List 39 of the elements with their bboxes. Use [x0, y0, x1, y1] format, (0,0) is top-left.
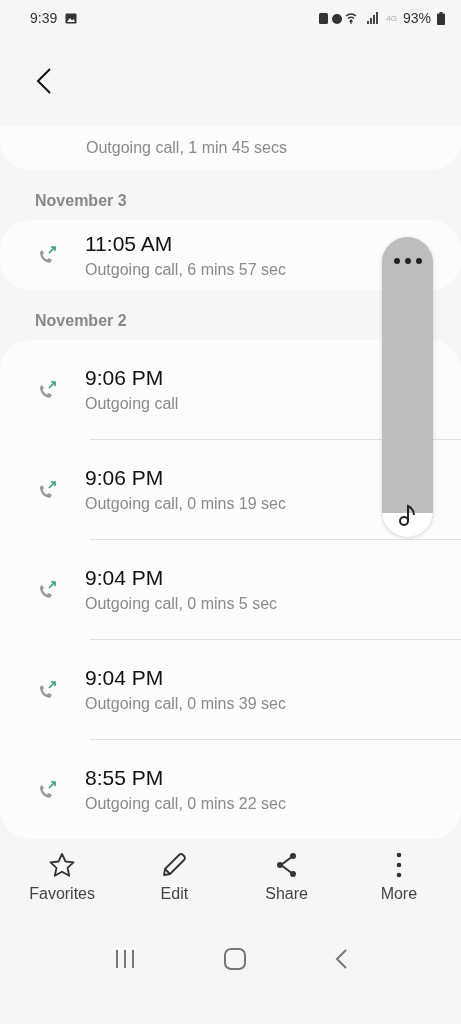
status-icons-drawing — [318, 11, 381, 25]
call-description: Outgoing call — [85, 395, 179, 413]
date-header: November 3 — [34, 191, 128, 211]
call-description: Outgoing call, 0 mins 39 sec — [85, 695, 286, 713]
battery-percent: 93% — [402, 10, 431, 26]
call-description: Outgoing call, 1 min 45 secs — [86, 139, 287, 157]
image-icon — [65, 12, 78, 24]
call-row[interactable]: 11:05 AM Outgoing call, 6 mins 57 sec — [0, 220, 461, 290]
call-time: 9:06 PM — [85, 466, 165, 490]
call-time: 9:04 PM — [85, 666, 165, 690]
battery-icon — [437, 11, 445, 25]
date-header: November 2 — [34, 311, 128, 331]
more-icon — [394, 851, 403, 879]
call-time: 9:04 PM — [85, 566, 165, 590]
call-row[interactable]: 9:04 PM Outgoing call, 0 mins 5 sec — [0, 540, 461, 639]
toolbar-button[interactable]: Favorites — [12, 847, 113, 914]
toolbar-button[interactable]: Edit — [124, 847, 225, 914]
call-row[interactable]: 8:55 PM Outgoing call, 0 mins 22 sec — [0, 740, 461, 839]
more-icon — [392, 257, 423, 265]
toolbar-button[interactable]: Share — [236, 847, 337, 914]
pencil-icon — [160, 851, 189, 879]
call-description: Outgoing call, 0 mins 5 sec — [85, 595, 278, 613]
music-note-icon — [397, 503, 418, 527]
network-type: 4G — [386, 13, 397, 23]
call-time: 8:55 PM — [85, 766, 165, 790]
toolbar-button[interactable]: More — [348, 847, 449, 914]
call-row[interactable]: 9:06 PM Outgoing call, 0 mins 19 sec — [0, 440, 461, 539]
home-button[interactable] — [222, 947, 247, 971]
call-description: Outgoing call, 0 mins 19 sec — [85, 495, 286, 513]
star-icon — [48, 851, 77, 879]
back-button[interactable] — [36, 67, 52, 95]
call-time: 11:05 AM — [85, 231, 174, 256]
call-row[interactable]: 9:04 PM Outgoing call, 0 mins 39 sec — [0, 640, 461, 739]
recents-button[interactable] — [113, 948, 136, 970]
status-time: 9:39 — [30, 10, 58, 26]
call-description: Outgoing call, 0 mins 22 sec — [85, 795, 286, 813]
call-time: 9:06 PM — [85, 366, 165, 390]
call-description: Outgoing call, 6 mins 57 sec — [85, 260, 286, 279]
call-row[interactable]: 9:06 PM Outgoing call — [0, 340, 461, 439]
